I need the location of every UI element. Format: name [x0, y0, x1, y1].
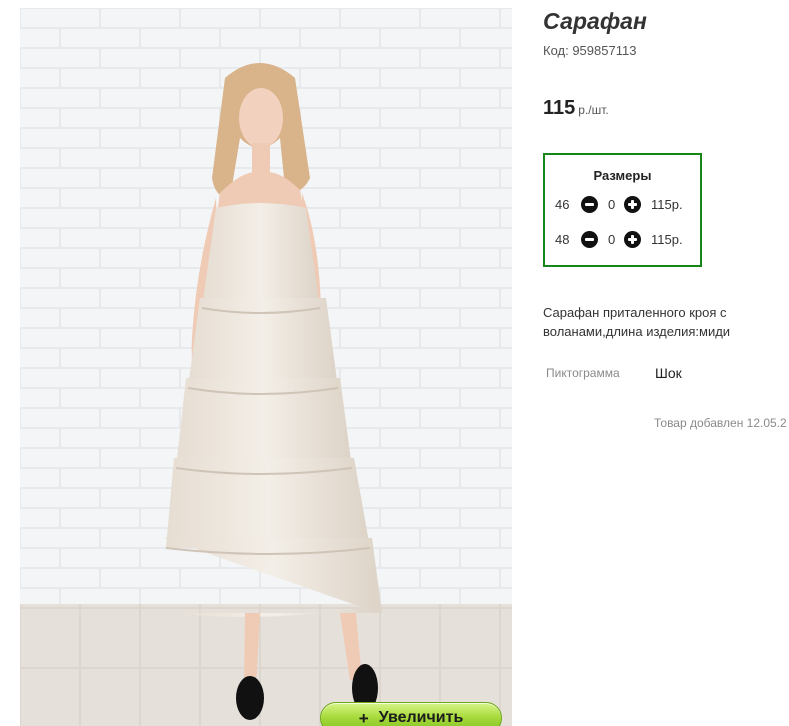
sizes-title: Размеры — [593, 168, 652, 183]
zoom-button-label: Увеличить — [378, 709, 464, 726]
size-price: 115р. — [651, 197, 683, 212]
product-title: Сарафан — [543, 8, 647, 34]
minus-circle-icon[interactable] — [581, 196, 598, 213]
plus-circle-icon[interactable] — [624, 196, 641, 213]
minus-circle-icon[interactable] — [581, 231, 598, 248]
product-description: Сарафан приталенного кроя с воланами,дли… — [543, 305, 731, 339]
size-row: 46 0 115р. — [555, 195, 695, 215]
sizes-box: Размеры 46 0 115р. 48 0 115р. — [543, 153, 702, 267]
price-unit: р./шт. — [578, 103, 609, 117]
product-photo-illustration — [20, 8, 512, 726]
size-row: 48 0 115р. — [555, 230, 695, 250]
date-added: Товар добавлен 12.05.2 — [654, 416, 787, 430]
plus-icon: + — [358, 709, 369, 726]
size-label: 48 — [555, 232, 570, 247]
quantity-value: 0 — [608, 197, 616, 212]
product-code: Код: 959857113 — [543, 43, 637, 58]
size-price: 115р. — [651, 232, 683, 247]
product-price: 115 р./шт. — [543, 97, 609, 120]
product-photo[interactable] — [20, 8, 512, 726]
plus-circle-icon[interactable] — [624, 231, 641, 248]
attribute-label: Пиктограмма — [546, 366, 620, 380]
price-amount: 115 — [543, 97, 576, 119]
attribute-value: Шок — [655, 365, 682, 381]
size-label: 46 — [555, 197, 570, 212]
zoom-button[interactable]: + Увеличить — [320, 702, 502, 726]
quantity-value: 0 — [608, 232, 616, 247]
